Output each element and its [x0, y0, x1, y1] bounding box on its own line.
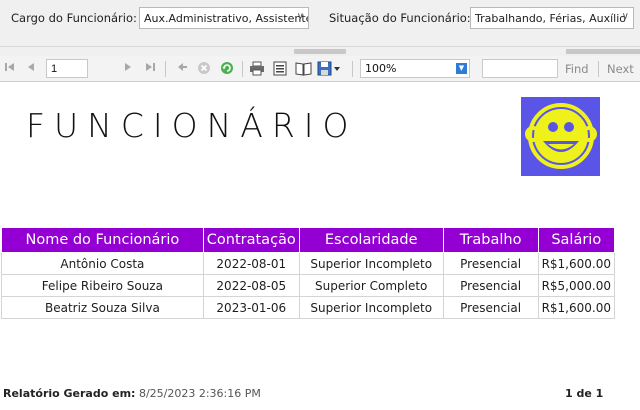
situacao-select-value: Trabalhando, Férias, Auxílio [475, 12, 626, 25]
generated-info: Relatório Gerado em: 8/25/2023 2:36:16 P… [3, 387, 261, 400]
chevron-down-icon: ▼ [456, 63, 467, 74]
print-layout-icon[interactable] [272, 61, 288, 77]
generated-value: 8/25/2023 2:36:16 PM [138, 387, 261, 400]
generated-label: Relatório Gerado em: [3, 387, 136, 400]
zoom-value: 100% [365, 62, 397, 75]
chevron-down-icon: ∨ [621, 11, 629, 22]
table-row: Beatriz Souza Silva 2023-01-06 Superior … [1, 296, 616, 319]
first-page-icon[interactable] [3, 61, 17, 77]
cell-trabalho: Presencial [442, 252, 539, 275]
report-toolbar: 100% ▼ Find Next [0, 56, 640, 82]
splitter-grip[interactable] [294, 49, 346, 54]
cargo-label: Cargo do Funcionário: [11, 11, 137, 25]
cell-salario: R$5,000.00 [537, 274, 616, 297]
toolbar-separator [165, 61, 166, 77]
splitter-handle[interactable] [566, 49, 640, 54]
column-header: Trabalho [442, 227, 539, 253]
cell-nome: Beatriz Souza Silva [1, 296, 204, 319]
next-page-icon[interactable] [121, 61, 135, 77]
page-indicator: 1 de 1 [565, 387, 604, 400]
stop-icon[interactable] [196, 61, 212, 77]
cell-trabalho: Presencial [442, 296, 539, 319]
parameters-area: Cargo do Funcionário: Aux.Administrativo… [0, 0, 640, 46]
monkey-logo-icon [521, 97, 600, 176]
chevron-down-icon: ∨ [296, 11, 304, 22]
page-setup-icon[interactable] [294, 61, 312, 77]
cell-escolaridade: Superior Completo [298, 274, 444, 297]
toolbar-separator [352, 61, 353, 77]
table-row: Felipe Ribeiro Souza 2022-08-05 Superior… [1, 274, 616, 297]
cell-contratacao: 2022-08-05 [202, 274, 300, 297]
column-header: Salário [537, 227, 616, 253]
cell-escolaridade: Superior Incompleto [298, 296, 444, 319]
back-icon[interactable] [174, 61, 190, 77]
zoom-select[interactable]: 100% ▼ [360, 59, 470, 78]
cell-nome: Felipe Ribeiro Souza [1, 274, 204, 297]
export-icon[interactable] [316, 61, 342, 77]
column-header: Nome do Funcionário [1, 227, 204, 253]
parameters-splitter[interactable] [0, 46, 640, 56]
situacao-select[interactable]: Trabalhando, Férias, Auxílio ∨ [470, 7, 634, 29]
report-title: FUNCIONÁRIO [26, 106, 358, 145]
cell-trabalho: Presencial [442, 274, 539, 297]
last-page-icon[interactable] [143, 61, 157, 77]
find-input[interactable] [482, 59, 558, 78]
cell-nome: Antônio Costa [1, 252, 204, 275]
situacao-label: Situação do Funcionário: [329, 11, 471, 25]
cell-salario: R$1,600.00 [537, 252, 616, 275]
previous-page-icon[interactable] [24, 61, 38, 77]
cargo-select[interactable]: Aux.Administrativo, Assistente ∨ [139, 7, 309, 29]
print-icon[interactable] [248, 61, 266, 77]
table-header-row: Nome do Funcionário Contratação Escolari… [1, 227, 616, 253]
table-row: Antônio Costa 2022-08-01 Superior Incomp… [1, 252, 616, 275]
find-link[interactable]: Find [565, 62, 589, 76]
page-number-input[interactable] [46, 59, 88, 78]
toolbar-separator [598, 61, 599, 77]
refresh-icon[interactable] [219, 61, 235, 77]
column-header: Contratação [202, 227, 300, 253]
column-header: Escolaridade [298, 227, 444, 253]
next-link[interactable]: Next [607, 62, 634, 76]
cargo-select-value: Aux.Administrativo, Assistente [144, 12, 309, 25]
cell-escolaridade: Superior Incompleto [298, 252, 444, 275]
employee-table: Nome do Funcionário Contratação Escolari… [1, 227, 616, 319]
cell-contratacao: 2022-08-01 [202, 252, 300, 275]
cell-salario: R$1,600.00 [537, 296, 616, 319]
cell-contratacao: 2023-01-06 [202, 296, 300, 319]
toolbar-separator [242, 61, 243, 77]
